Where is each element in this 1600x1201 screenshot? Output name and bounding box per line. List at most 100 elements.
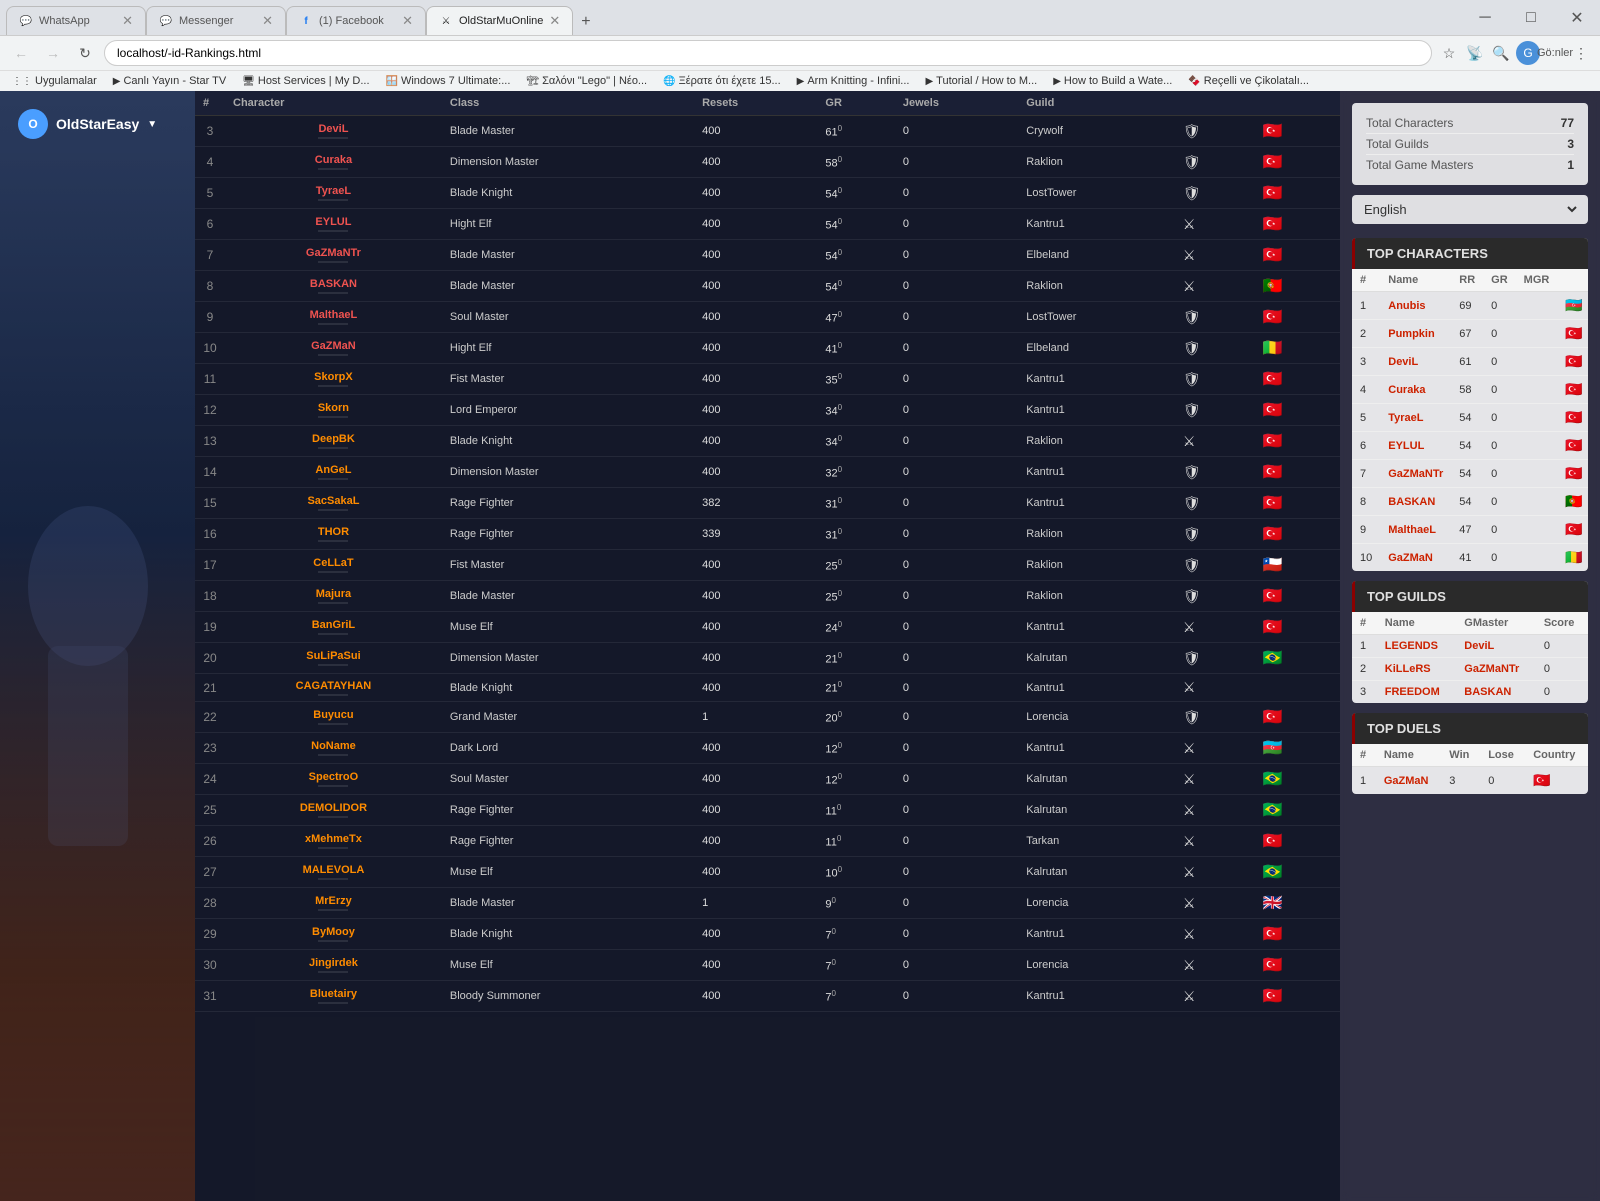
resets-cell: 400 (694, 764, 817, 795)
top-characters-table: # Name RR GR MGR 1 Anubis 69 0 🇦🇿 (1352, 269, 1588, 571)
browser-actions: ☆ 📡 🔍 G Gö:nler ⋮ (1438, 41, 1592, 65)
bookmark-arm[interactable]: ▶ Arm Knitting - Infini... (793, 74, 914, 88)
name-underline (318, 1002, 348, 1004)
guild-icon-cell: 🛡 (1175, 457, 1255, 488)
menu-button[interactable]: ⋮ (1570, 42, 1592, 64)
tab-whatsapp[interactable]: 💬 WhatsApp ✕ (6, 6, 146, 35)
bookmark-apps[interactable]: ⋮⋮ Uygulamalar (8, 74, 101, 88)
tc-flag: 🇹🇷 (1557, 320, 1588, 348)
rank-cell: 11 (195, 364, 225, 395)
table-row: 26 xMehmeTx Rage Fighter 400 110 0 Tarka… (195, 826, 1340, 857)
resets-cell: 400 (694, 857, 817, 888)
resets-cell: 400 (694, 364, 817, 395)
tc-rr: 47 (1451, 516, 1483, 544)
name-cell: EYLUL (225, 209, 442, 240)
bookmark-xerate[interactable]: 🌐 Ξέρατε ότι έχετε 15... (659, 74, 785, 88)
new-tab-button[interactable]: + (573, 9, 598, 35)
jewels-cell: 0 (895, 581, 1018, 612)
guild-cell: Kantru1 (1018, 674, 1175, 702)
bookmark-xerate-label: Ξέρατε ότι έχετε 15... (679, 75, 781, 87)
player-name: AnGeL (315, 464, 351, 476)
name-cell: SpectroO (225, 764, 442, 795)
tab-oldstarmu[interactable]: ⚔ OldStarMuOnline ✕ (426, 6, 573, 35)
bookmark-windows[interactable]: 🪟 Windows 7 Ultimate:... (382, 74, 515, 88)
bookmark-howto[interactable]: ▶ How to Build a Wate... (1049, 74, 1176, 88)
top-guilds-tbody: 1 LEGENDS DeviL 0 2 KiLLeRS GaZMaNTr 0 3… (1352, 635, 1588, 704)
rank-cell: 31 (195, 981, 225, 1012)
cast-icon[interactable]: 📡 (1464, 42, 1486, 64)
tab-facebook[interactable]: f (1) Facebook ✕ (286, 6, 426, 35)
table-row: 31 Bluetairy Bloody Summoner 400 70 0 Ka… (195, 981, 1340, 1012)
table-row: 4 Curaka Dimension Master 400 580 0 Rakl… (195, 147, 1340, 178)
close-button[interactable]: ✕ (1554, 2, 1600, 34)
guild-icon-cell: ⚔ (1175, 795, 1255, 826)
bookmark-canli[interactable]: ▶ Canlı Yayın - Star TV (109, 74, 230, 88)
bookmark-host[interactable]: 🖥 Host Services | My D... (238, 74, 373, 88)
gr-cell: 610 (817, 116, 894, 147)
tab-oldstarmu-close[interactable]: ✕ (549, 13, 560, 29)
tc-mgr (1516, 516, 1558, 544)
name-cell: SkorpX (225, 364, 442, 395)
tab-facebook-close[interactable]: ✕ (402, 13, 413, 29)
oldstarmu-favicon: ⚔ (439, 14, 453, 28)
rank-cell: 30 (195, 950, 225, 981)
td-name: GaZMaN (1376, 767, 1441, 795)
tab-whatsapp-close[interactable]: ✕ (122, 13, 133, 29)
top-duels-header-row: # Name Win Lose Country (1352, 744, 1588, 767)
class-cell: Lord Emperor (442, 395, 694, 426)
resets-cell: 400 (694, 240, 817, 271)
bookmark-star-icon[interactable]: ☆ (1438, 42, 1460, 64)
back-button[interactable]: ← (8, 40, 34, 66)
reload-button[interactable]: ↻ (72, 40, 98, 66)
table-row: 30 Jingirdek Muse Elf 400 70 0 Lorencia … (195, 950, 1340, 981)
guild-cell: Tarkan (1018, 826, 1175, 857)
class-cell: Blade Master (442, 888, 694, 919)
bookmark-salon[interactable]: 🏗 Σαλόνι "Lego" | Νέο... (522, 74, 651, 88)
gr-cell: 350 (817, 364, 894, 395)
tab-messenger[interactable]: 💬 Messenger ✕ (146, 6, 286, 35)
tc-mgr (1516, 320, 1558, 348)
name-underline (318, 664, 348, 666)
tc-gr: 0 (1483, 404, 1516, 432)
resets-cell: 339 (694, 519, 817, 550)
tab-messenger-label: Messenger (179, 15, 256, 27)
tab-oldstarmu-label: OldStarMuOnline (459, 15, 543, 27)
tutorial-favicon: ▶ (925, 76, 933, 87)
flag-cell: 🇹🇷 (1255, 981, 1340, 1012)
jewels-cell: 0 (895, 764, 1018, 795)
rank-cell: 22 (195, 702, 225, 733)
guild-cell: Kantru1 (1018, 364, 1175, 395)
language-select[interactable]: English Turkish Portuguese Russian (1360, 201, 1580, 218)
player-name: EYLUL (315, 216, 351, 228)
guild-icon-cell: 🛡 (1175, 395, 1255, 426)
player-name: THOR (318, 526, 349, 538)
name-underline (318, 478, 348, 480)
resets-cell: 400 (694, 209, 817, 240)
address-input[interactable] (104, 40, 1432, 66)
brand-arrow-icon[interactable]: ▼ (147, 119, 157, 130)
td-col-rank: # (1352, 744, 1376, 767)
top-characters-section: TOP CHARACTERS # Name RR GR MGR (1352, 238, 1588, 571)
tc-col-rank: # (1352, 269, 1380, 292)
tc-mgr (1516, 376, 1558, 404)
tc-col-name: Name (1380, 269, 1451, 292)
rank-cell: 4 (195, 147, 225, 178)
tc-mgr (1516, 544, 1558, 572)
maximize-button[interactable]: □ (1508, 2, 1554, 34)
zoom-icon[interactable]: 🔍 (1490, 42, 1512, 64)
gr-cell: 210 (817, 643, 894, 674)
minimize-button[interactable]: ─ (1462, 2, 1508, 34)
flag-cell: 🇧🇷 (1255, 643, 1340, 674)
rank-cell: 6 (195, 209, 225, 240)
rank-cell: 21 (195, 674, 225, 702)
bookmark-tutorial[interactable]: ▶ Tutorial / How to M... (921, 74, 1041, 88)
jewels-cell: 0 (895, 919, 1018, 950)
bookmark-recelli[interactable]: 🍫 Reçelli ve Çikolatalı... (1184, 74, 1313, 88)
forward-button[interactable]: → (40, 40, 66, 66)
tab-messenger-close[interactable]: ✕ (262, 13, 273, 29)
language-selector-wrapper[interactable]: English Turkish Portuguese Russian (1352, 195, 1588, 224)
class-cell: Blade Knight (442, 426, 694, 457)
name-cell: Jingirdek (225, 950, 442, 981)
rank-cell: 17 (195, 550, 225, 581)
rank-cell: 8 (195, 271, 225, 302)
